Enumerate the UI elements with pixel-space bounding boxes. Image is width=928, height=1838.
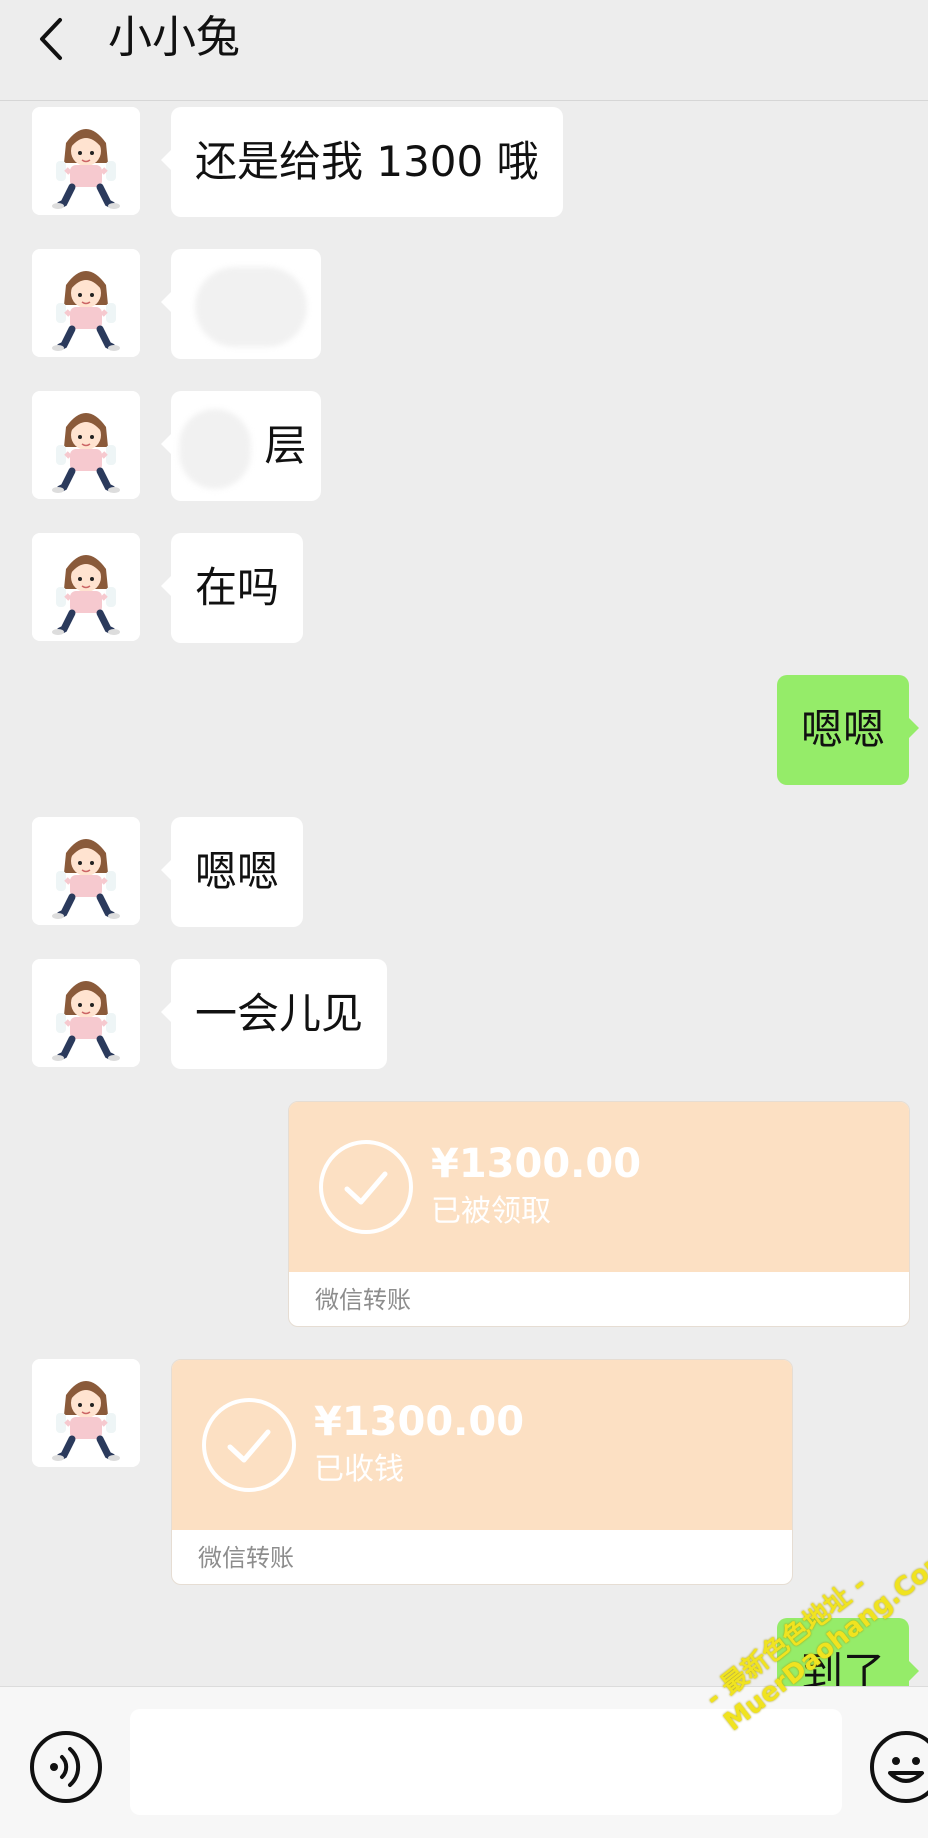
- voice-icon: [50, 1747, 81, 1787]
- transfer-check-icon: [319, 1140, 413, 1234]
- contact-avatar[interactable]: [32, 249, 140, 357]
- cartoon-girl-avatar: [32, 533, 140, 641]
- cartoon-girl-avatar: [32, 817, 140, 925]
- transfer-status: 已被领取: [431, 1194, 551, 1229]
- voice-button[interactable]: [30, 1731, 102, 1803]
- message-text: 嗯嗯: [800, 705, 885, 754]
- transfer-card-top: ¥1300.00 已被领取: [289, 1102, 909, 1272]
- chevron-left-icon: [40, 18, 62, 60]
- transfer-card-outgoing[interactable]: ¥1300.00 已被领取 微信转账: [288, 1101, 910, 1327]
- message-bubble[interactable]: 层: [161, 391, 321, 501]
- blurred-content: [195, 266, 307, 347]
- transfer-amount: ¥1300.00: [314, 1399, 525, 1445]
- contact-avatar[interactable]: [32, 107, 140, 215]
- message-text: 还是给我 1300 哦: [195, 137, 539, 186]
- transfer-footer: 微信转账: [315, 1286, 411, 1314]
- transfer-card-top: ¥1300.00 已收钱: [172, 1360, 792, 1530]
- transfer-amount: ¥1300.00: [431, 1141, 642, 1187]
- message-bubble[interactable]: 还是给我 1300 哦: [161, 107, 563, 217]
- chat-title: 小小兔: [108, 12, 240, 63]
- transfer-footer: 微信转账: [198, 1544, 294, 1572]
- transfer-card-incoming[interactable]: ¥1300.00 已收钱 微信转账: [171, 1359, 793, 1585]
- message-text: 一会儿见: [195, 989, 364, 1038]
- contact-avatar[interactable]: [32, 391, 140, 499]
- message-text: 嗯嗯: [195, 847, 280, 896]
- contact-avatar[interactable]: [32, 959, 140, 1067]
- cartoon-girl-avatar: [32, 391, 140, 499]
- cartoon-girl-avatar: [32, 959, 140, 1067]
- emoji-button[interactable]: [870, 1731, 928, 1803]
- message-text: 层: [264, 421, 307, 470]
- message-text: 在吗: [195, 563, 280, 612]
- chat-header: 小小兔: [0, 0, 928, 101]
- message-list[interactable]: 还是给我 1300 哦 层 在吗 嗯嗯 嗯嗯 一会儿见 ¥1300.00 已被领…: [0, 102, 928, 1686]
- cartoon-girl-avatar: [32, 249, 140, 357]
- back-button[interactable]: [30, 14, 76, 64]
- message-bubble[interactable]: 一会儿见: [160, 959, 388, 1069]
- cartoon-girl-avatar: [32, 107, 140, 215]
- blurred-content: [179, 408, 251, 489]
- message-bubble[interactable]: 嗯嗯: [160, 817, 304, 927]
- message-bubble[interactable]: 在吗: [160, 533, 304, 643]
- input-bar: [0, 1686, 928, 1838]
- contact-avatar[interactable]: [32, 533, 140, 641]
- cartoon-girl-avatar: [32, 1359, 140, 1467]
- chat-screen: 小小兔 还是给我 1300 哦 层 在吗 嗯嗯 嗯嗯 一会儿见 ¥1300.00…: [0, 0, 928, 1838]
- contact-avatar[interactable]: [32, 1359, 140, 1467]
- message-bubble-blurred[interactable]: [161, 249, 321, 359]
- emoji-icon: [888, 1757, 924, 1783]
- contact-avatar[interactable]: [32, 817, 140, 925]
- message-bubble-outgoing[interactable]: 嗯嗯: [776, 675, 920, 785]
- transfer-check-icon: [202, 1398, 296, 1492]
- transfer-status: 已收钱: [314, 1452, 404, 1487]
